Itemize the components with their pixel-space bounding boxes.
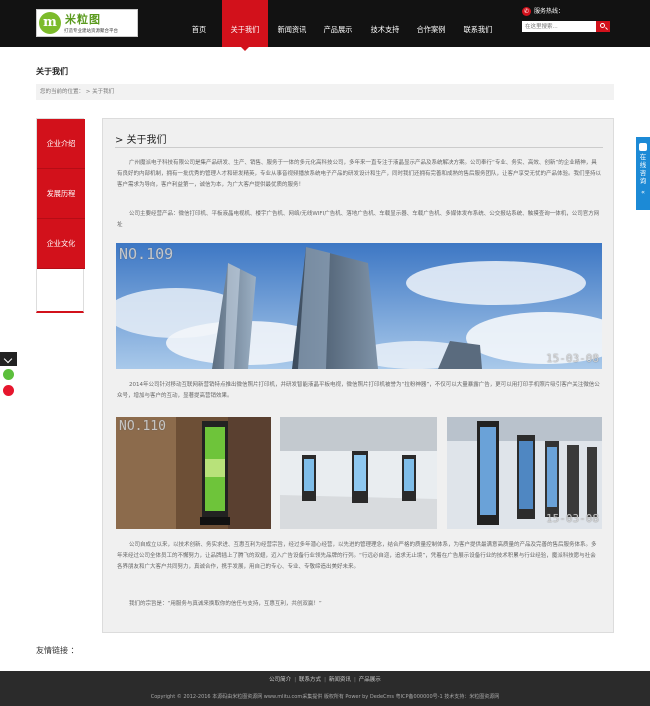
footer-links: 公司简介 | 联系方式 | 新闻资讯 | 产品展示: [0, 675, 650, 683]
breadcrumb: 您的当前的位置： > 关于我们: [36, 84, 614, 100]
nav-contact[interactable]: 联系我们: [455, 0, 501, 47]
product-photo-kiosk-1: NO.110: [116, 417, 271, 529]
footer-separator: |: [353, 677, 356, 683]
friend-links: 友情链接 ：: [36, 646, 79, 655]
weibo-icon[interactable]: [3, 385, 14, 396]
online-consult-label: 在线咨询: [639, 153, 647, 185]
nav-products[interactable]: 产品展示: [315, 0, 361, 47]
phone-icon: ✆: [522, 7, 531, 16]
service-hotline: ✆ 服务热线：: [522, 6, 564, 16]
share-bar: [0, 352, 17, 400]
search-input[interactable]: [522, 21, 596, 32]
banner-image-skyscrapers: NO.109 15-03-08: [116, 243, 602, 369]
search-button[interactable]: [596, 21, 610, 32]
chat-icon: [639, 143, 647, 151]
search-icon: [600, 23, 605, 28]
main-content: > 关于我们 广州魔派电子科技有限公司是集产品研发、生产、销售、服务于一体的多元…: [102, 118, 614, 633]
nav-tech-support[interactable]: 技术支持: [362, 0, 408, 47]
intro-paragraph-3: 2014年公司针对移动互联网新营销特点推出微信照片打印机，并研发智能液晶平板电视…: [117, 382, 600, 399]
section-divider: [115, 147, 603, 148]
collapse-arrow-icon: «: [641, 188, 645, 196]
intro-paragraph-2: 公司主要经营产品：微信打印机、平板液晶电视机、楼宇广告机、网络/无线WIFI广告…: [117, 211, 600, 228]
page-title: 关于我们: [36, 67, 68, 76]
online-consult-widget[interactable]: 在线咨询 «: [636, 137, 650, 210]
logo-slogan: 打造专业建站资源聚合平台: [64, 29, 118, 34]
share-toggle-button[interactable]: [0, 352, 17, 366]
sidebar-item-history[interactable]: 发展历程: [37, 169, 85, 219]
product-photo-kiosk-3: 15-03-08: [447, 417, 602, 529]
intro-paragraph-4: 公司自成立以来，以技术创新、务实求进、互惠互利为经营宗旨，经过多年潜心经营，以先…: [117, 542, 597, 570]
skyscrapers-illustration: [116, 243, 602, 369]
logo-mark: m: [39, 12, 61, 34]
nav-cases[interactable]: 合作案例: [408, 0, 454, 47]
wechat-icon[interactable]: [3, 369, 14, 380]
footer-separator: |: [294, 677, 297, 683]
mission-statement: 我们的宗旨是：“用服务与真诚来换取你的信任与支持，互惠互利，共创双赢！”: [129, 601, 322, 607]
section-title: > 关于我们: [115, 135, 167, 146]
sidebar: 企业介绍 发展历程 企业文化: [36, 118, 85, 313]
sidebar-item-company-intro[interactable]: 企业介绍: [37, 119, 85, 169]
photo-3-watermark: 15-03-08: [546, 512, 599, 525]
logo-brand-name: 米粒图: [65, 13, 101, 26]
sidebar-item-culture[interactable]: 企业文化: [37, 219, 85, 269]
footer-separator: |: [324, 677, 326, 683]
nav-news[interactable]: 新闻资讯: [269, 0, 315, 47]
hotline-label: 服务热线：: [534, 8, 565, 15]
footer-link-news[interactable]: 新闻资讯: [329, 677, 351, 683]
nav-about-us[interactable]: 关于我们: [222, 0, 268, 51]
site-logo[interactable]: m 米粒图 打造专业建站资源聚合平台: [36, 9, 138, 37]
kiosk-illustration-2: [280, 417, 437, 529]
copyright-text: Copyright © 2012-2016 本源码由米粒图资源网 www.mli…: [150, 694, 500, 700]
intro-paragraph-1: 广州魔派电子科技有限公司是集产品研发、生产、销售、服务于一体的多元化高科技公司，…: [117, 160, 602, 188]
footer-link-contact[interactable]: 联系方式: [299, 677, 321, 683]
nav-home[interactable]: 首页: [176, 0, 222, 47]
banner-watermark-number: NO.109: [119, 245, 174, 263]
site-footer: 公司简介 | 联系方式 | 新闻资讯 | 产品展示 Copyright © 2012-201…: [0, 671, 650, 706]
banner-watermark-date: 15-03-08: [546, 352, 599, 365]
site-header: m 米粒图 打造专业建站资源聚合平台 首页 关于我们 新闻资讯 产品展示 技术支…: [0, 0, 650, 51]
footer-link-company-profile[interactable]: 公司简介: [269, 677, 291, 683]
footer-link-products[interactable]: 产品展示: [359, 677, 381, 683]
search-box: [522, 21, 610, 32]
product-photo-kiosk-2: [280, 417, 437, 529]
photo-1-watermark: NO.110: [119, 419, 166, 434]
